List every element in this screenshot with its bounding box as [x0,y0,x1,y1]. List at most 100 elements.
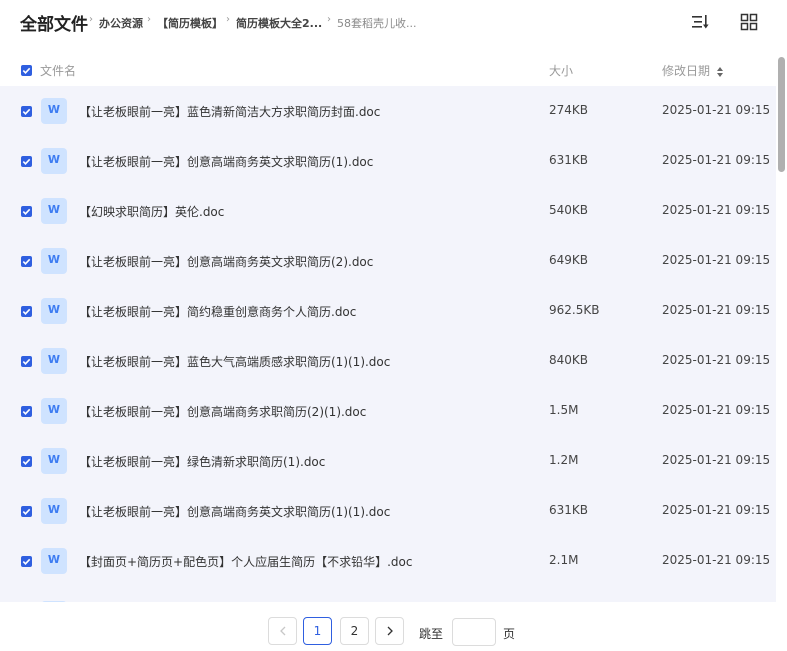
word-doc-icon [41,601,67,602]
word-doc-letter: W [47,303,61,316]
table-row[interactable]: W 【让老板眼前一亮】简约稳重创意商务个人简历.doc 962.5KB 2025… [0,286,776,336]
table-row[interactable]: W 【让老板眼前一亮】创意高端商务英文求职简历(1).doc 631KB 202… [0,136,776,186]
next-page-button[interactable] [375,617,404,645]
breadcrumb-item-2[interactable]: 简历模板大全2... [236,15,322,31]
page-button-2[interactable]: 2 [340,617,369,645]
row-checkbox[interactable] [21,456,32,467]
file-modified: 2025-01-21 09:15 [662,553,771,567]
page-button-1[interactable]: 1 [303,617,332,645]
file-size: 1.2M [549,453,579,467]
table-row[interactable]: W 【让老板眼前一亮】绿色清新求职简历(1).doc 1.2M 2025-01-… [0,436,776,486]
word-doc-letter: W [47,553,61,566]
sort-lines-icon[interactable] [690,12,710,32]
column-size-header[interactable]: 大小 [549,62,573,79]
prev-page-button[interactable] [268,617,297,645]
file-size: 631KB [549,153,589,167]
file-list: W 【让老板眼前一亮】蓝色清新简洁大方求职简历封面.doc 274KB 2025… [0,86,776,602]
file-name[interactable]: 【让老板眼前一亮】创意高端商务英文求职简历(2).doc [79,253,373,270]
file-modified: 2025-01-21 09:15 [662,303,771,317]
chevron-right-icon: › [147,14,151,25]
file-size: 649KB [549,253,589,267]
word-doc-icon: W [41,548,67,574]
file-modified: 2025-01-21 09:15 [662,353,771,367]
word-doc-letter: W [47,353,61,366]
file-modified: 2025-01-21 09:15 [662,153,771,167]
row-checkbox[interactable] [21,106,32,117]
file-name[interactable]: 【让老板眼前一亮】蓝色清新简洁大方求职简历封面.doc [79,103,380,120]
check-icon [22,208,31,215]
file-name[interactable]: 【让老板眼前一亮】绿色清新求职简历(1).doc [79,453,325,470]
page-suffix-label: 页 [503,627,516,641]
select-all-checkbox[interactable] [21,65,32,76]
table-row[interactable]: W 【让老板眼前一亮】创意高端商务英文求职简历(1)(1).doc 631KB … [0,486,776,536]
row-checkbox[interactable] [21,506,32,517]
file-size: 631KB [549,503,589,517]
column-modified-header[interactable]: 修改日期 [662,62,710,79]
word-doc-icon: W [41,398,67,424]
jump-page-input[interactable] [452,618,496,646]
page-title: 全部文件 [20,15,88,35]
check-icon [22,408,31,415]
word-doc-letter: W [47,453,61,466]
breadcrumb-item-3: 58套稻壳儿收... [337,17,417,30]
row-checkbox[interactable] [21,556,32,567]
file-name[interactable]: 【让老板眼前一亮】简约稳重创意商务个人简历.doc [79,303,356,320]
file-name[interactable]: 【封面页+简历页+配色页】个人应届生简历【不求铅华】.doc [79,553,412,570]
file-modified: 2025-01-21 09:15 [662,503,771,517]
check-icon [22,458,31,465]
word-doc-letter: W [47,103,61,116]
table-row[interactable]: W 【让老板眼前一亮】创意高端商务求职简历(2)(1).doc 1.5M 202… [0,386,776,436]
table-row[interactable]: W 【让老板眼前一亮】蓝色大气高端质感求职简历(1)(1).doc 840KB … [0,336,776,386]
check-icon [22,158,31,165]
sort-arrows-icon[interactable] [716,66,724,78]
file-modified: 2025-01-21 09:15 [662,253,771,267]
word-doc-icon: W [41,148,67,174]
breadcrumb-item-1[interactable]: 【简历模板】 [157,15,223,31]
file-modified: 2025-01-21 09:15 [662,103,771,117]
row-checkbox[interactable] [21,156,32,167]
file-size: 840KB [549,353,589,367]
word-doc-letter: W [47,503,61,516]
file-name[interactable]: 【让老板眼前一亮】蓝色大气高端质感求职简历(1)(1).doc [79,353,390,370]
word-doc-icon: W [41,348,67,374]
file-name[interactable]: 【让老板眼前一亮】创意高端商务英文求职简历(1)(1).doc [79,503,390,520]
table-row[interactable]: W 【让老板眼前一亮】创意高端商务英文求职简历(2).doc 649KB 202… [0,236,776,286]
file-size: 1.5M [549,403,579,417]
word-doc-icon: W [41,248,67,274]
file-name[interactable]: 【让老板眼前一亮】创意高端商务求职简历(2)(1).doc [79,403,366,420]
grid-view-icon[interactable] [739,12,759,32]
check-icon [22,108,31,115]
row-checkbox[interactable] [21,256,32,267]
word-doc-letter: W [47,403,61,416]
file-name[interactable]: 【幻映求职简历】英伦.doc [79,203,224,220]
column-header: 文件名 大小 修改日期 [0,56,776,86]
header-bar: 全部文件 › 办公资源 › 【简历模板】 › 简历模板大全2... › 58套稻… [0,0,787,46]
file-size: 540KB [549,203,589,217]
table-row[interactable]: W 【封面页+简历页+配色页】个人应届生简历【不求铅华】.doc 2.1M 20… [0,536,776,586]
jump-to-label: 跳至 [419,627,444,641]
file-modified: 2025-01-21 09:15 [662,403,771,417]
file-size: 962.5KB [549,303,600,317]
table-row[interactable]: W 【让老板眼前一亮】蓝色清新简洁大方求职简历封面.doc 274KB 2025… [0,86,776,136]
file-name[interactable]: 【让老板眼前一亮】创意高端商务英文求职简历(1).doc [79,153,373,170]
check-icon [22,67,31,74]
word-doc-icon: W [41,298,67,324]
chevron-right-icon [387,626,393,636]
check-icon [22,508,31,515]
row-checkbox[interactable] [21,306,32,317]
scrollbar-thumb[interactable] [778,57,785,172]
table-row[interactable]: W 【幻映求职简历】英伦.doc 540KB 2025-01-21 09:15 [0,186,776,236]
word-doc-icon: W [41,198,67,224]
word-doc-icon: W [41,498,67,524]
chevron-right-icon: › [89,14,93,25]
row-checkbox[interactable] [21,206,32,217]
file-size: 274KB [549,103,589,117]
breadcrumb-item-0[interactable]: 办公资源 [99,15,143,31]
row-checkbox[interactable] [21,406,32,417]
row-checkbox[interactable] [21,356,32,367]
check-icon [22,358,31,365]
column-name-header[interactable]: 文件名 [40,62,76,79]
chevron-right-icon: › [327,14,331,25]
word-doc-letter: W [47,203,61,216]
file-modified: 2025-01-21 09:15 [662,453,771,467]
